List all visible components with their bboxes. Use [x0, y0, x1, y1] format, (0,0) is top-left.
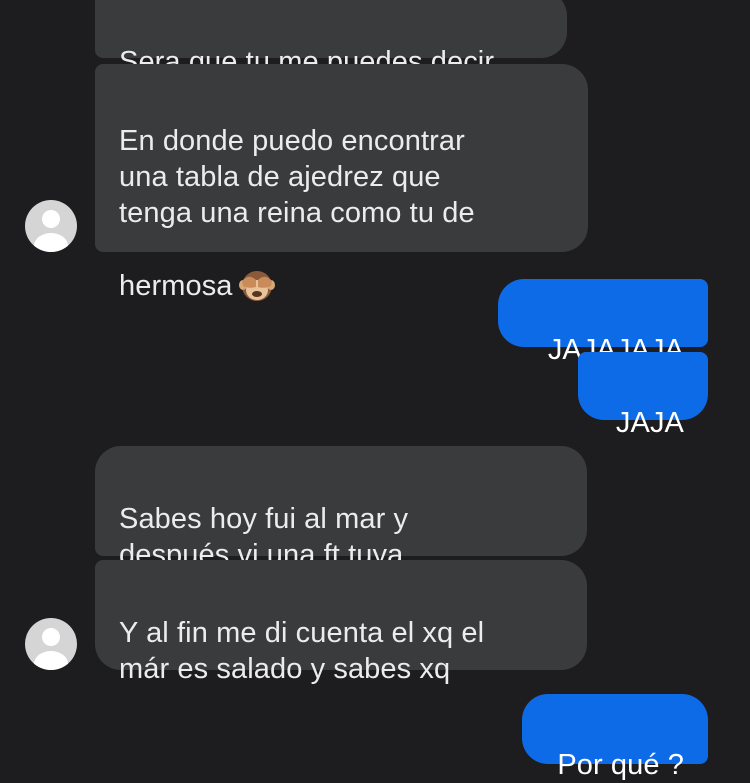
outgoing-message[interactable]: JAJA: [578, 352, 708, 439]
message-text: Y al fin me di cuenta el xq el már es sa…: [119, 617, 485, 685]
incoming-message[interactable]: Y al fin me di cuenta el xq el már es sa…: [95, 560, 587, 685]
outgoing-message[interactable]: JAJAJAJA: [498, 279, 708, 366]
message-text: JAJA: [615, 407, 684, 439]
outgoing-message[interactable]: Por qué ?: [522, 694, 708, 781]
contact-avatar[interactable]: [25, 618, 77, 670]
message-text: Por qué ?: [557, 749, 684, 781]
incoming-message[interactable]: En donde puedo encontrar una tabla de aj…: [95, 64, 588, 302]
message-text: En donde puedo encontrar una tabla de aj…: [119, 125, 475, 302]
see-no-evil-monkey-icon: [238, 231, 275, 301]
incoming-message[interactable]: Sera que tu me puedes decir: [95, 0, 567, 78]
contact-avatar[interactable]: [25, 200, 77, 252]
incoming-message[interactable]: Sabes hoy fui al mar y después vi una ft…: [95, 446, 587, 571]
